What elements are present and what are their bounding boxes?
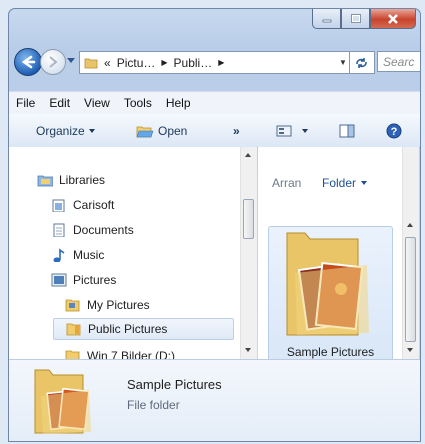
refresh-icon (356, 57, 367, 68)
arrange-by-label: Arran (272, 176, 302, 190)
breadcrumb-pictures[interactable]: Pictu… (117, 56, 156, 70)
tree-label: Libraries (59, 173, 106, 187)
back-button[interactable] (14, 48, 42, 76)
forward-arrow-icon (49, 56, 58, 68)
chevron-down-icon (361, 181, 368, 185)
music-icon (53, 248, 65, 262)
tree-label: My Pictures (87, 298, 150, 312)
tree-item-public-pictures[interactable]: Public Pictures (53, 318, 234, 340)
tree-item-music[interactable]: Music (51, 244, 104, 266)
organize-button[interactable]: Organize (36, 114, 95, 147)
folder-with-photos-icon (286, 232, 369, 336)
chevron-down-icon (88, 128, 95, 133)
scroll-up-arrow[interactable] (245, 153, 251, 157)
open-label: Open (158, 123, 188, 138)
details-type: File folder (127, 398, 180, 412)
command-bar: Organize Open » ? (9, 114, 420, 148)
tree-label: Public Pictures (88, 322, 168, 336)
recent-pages-dropdown[interactable] (67, 58, 75, 63)
scroll-down-arrow[interactable] (245, 348, 251, 352)
tree-item-my-pictures[interactable]: My Pictures (65, 294, 150, 316)
folder-icon (65, 350, 80, 359)
preview-pane-icon (339, 124, 355, 137)
explorer-window: « Pictu… ▶ Publi… ▶ ▼ Searc File Edit Vi… (8, 8, 421, 442)
folder-icon (66, 323, 81, 336)
pictures-icon (51, 273, 67, 287)
navigation-scrollbar[interactable] (240, 147, 257, 359)
views-icon (276, 125, 292, 136)
views-button[interactable] (276, 114, 308, 147)
folder-icon (65, 299, 80, 312)
svg-text:?: ? (391, 126, 398, 138)
menu-help[interactable]: Help (159, 96, 198, 110)
scroll-down-arrow[interactable] (407, 348, 413, 352)
content-scrollbar[interactable] (402, 147, 419, 359)
more-label: » (233, 123, 240, 138)
navigation-bar: « Pictu… ▶ Publi… ▶ ▼ Searc (9, 45, 420, 76)
more-commands-button[interactable]: » (233, 114, 240, 147)
menu-edit[interactable]: Edit (42, 96, 77, 110)
tree-item-carisoft[interactable]: Carisoft (51, 194, 114, 216)
scrollbar-thumb[interactable] (405, 237, 416, 342)
menu-file[interactable]: File (9, 96, 42, 110)
open-button[interactable]: Open (136, 114, 187, 147)
help-icon: ? (386, 123, 402, 138)
chevron-down-icon (302, 128, 308, 133)
open-folder-icon (136, 126, 154, 137)
libraries-icon (37, 175, 53, 187)
forward-button[interactable] (40, 49, 66, 75)
tree-label: Music (73, 248, 105, 262)
chevron-right-icon[interactable]: ▶ (218, 58, 224, 67)
tree-label: Documents (73, 223, 134, 237)
folder-item-sample-pictures[interactable]: Sample Pictures (268, 226, 393, 359)
refresh-button[interactable] (349, 51, 375, 74)
navigation-pane: Libraries Carisoft Documents Music Pictu… (9, 147, 240, 359)
chevron-right-icon[interactable]: ▶ (161, 58, 167, 67)
documents-icon (52, 199, 65, 212)
tree-label: Win 7 Bilder (D:) (87, 349, 176, 359)
details-name: Sample Pictures (127, 377, 222, 392)
folder-with-photos-icon (34, 369, 91, 434)
minimize-icon (322, 19, 331, 22)
close-button[interactable] (370, 9, 416, 29)
folder-icon (84, 58, 98, 69)
arrange-by-dropdown[interactable]: Folder (322, 176, 368, 190)
maximize-icon (350, 14, 361, 23)
caption-buttons (312, 9, 416, 29)
tree-item-pictures[interactable]: Pictures (51, 269, 116, 291)
tree-label: Pictures (73, 273, 117, 287)
menu-view[interactable]: View (77, 96, 117, 110)
tree-item-win7-bilder[interactable]: Win 7 Bilder (D:) (65, 345, 175, 359)
arrange-value: Folder (322, 176, 357, 190)
close-icon (388, 13, 398, 24)
scroll-up-arrow[interactable] (407, 223, 413, 227)
address-overflow[interactable]: « (104, 56, 111, 70)
documents-icon (53, 223, 65, 237)
item-label: Sample Pictures (286, 345, 375, 359)
address-bar[interactable]: « Pictu… ▶ Publi… ▶ ▼ (79, 51, 353, 74)
scrollbar-thumb[interactable] (243, 199, 254, 239)
tree-item-documents[interactable]: Documents (51, 219, 134, 241)
tree-item-libraries[interactable]: Libraries (37, 169, 105, 191)
tree-label: Carisoft (73, 198, 115, 212)
details-pane: Sample Pictures File folder (9, 359, 420, 441)
content-pane: Arran Folder Sample Pictures (258, 147, 402, 359)
menu-bar: File Edit View Tools Help (9, 91, 420, 115)
search-input[interactable]: Searc (377, 51, 420, 72)
help-button[interactable]: ? (386, 114, 402, 147)
breadcrumb-public[interactable]: Publi… (174, 56, 213, 70)
organize-label: Organize (36, 123, 85, 138)
preview-pane-button[interactable] (339, 114, 355, 147)
minimize-button[interactable] (312, 9, 341, 29)
back-arrow-icon (21, 55, 36, 69)
maximize-button[interactable] (341, 9, 370, 29)
menu-tools[interactable]: Tools (117, 96, 159, 110)
